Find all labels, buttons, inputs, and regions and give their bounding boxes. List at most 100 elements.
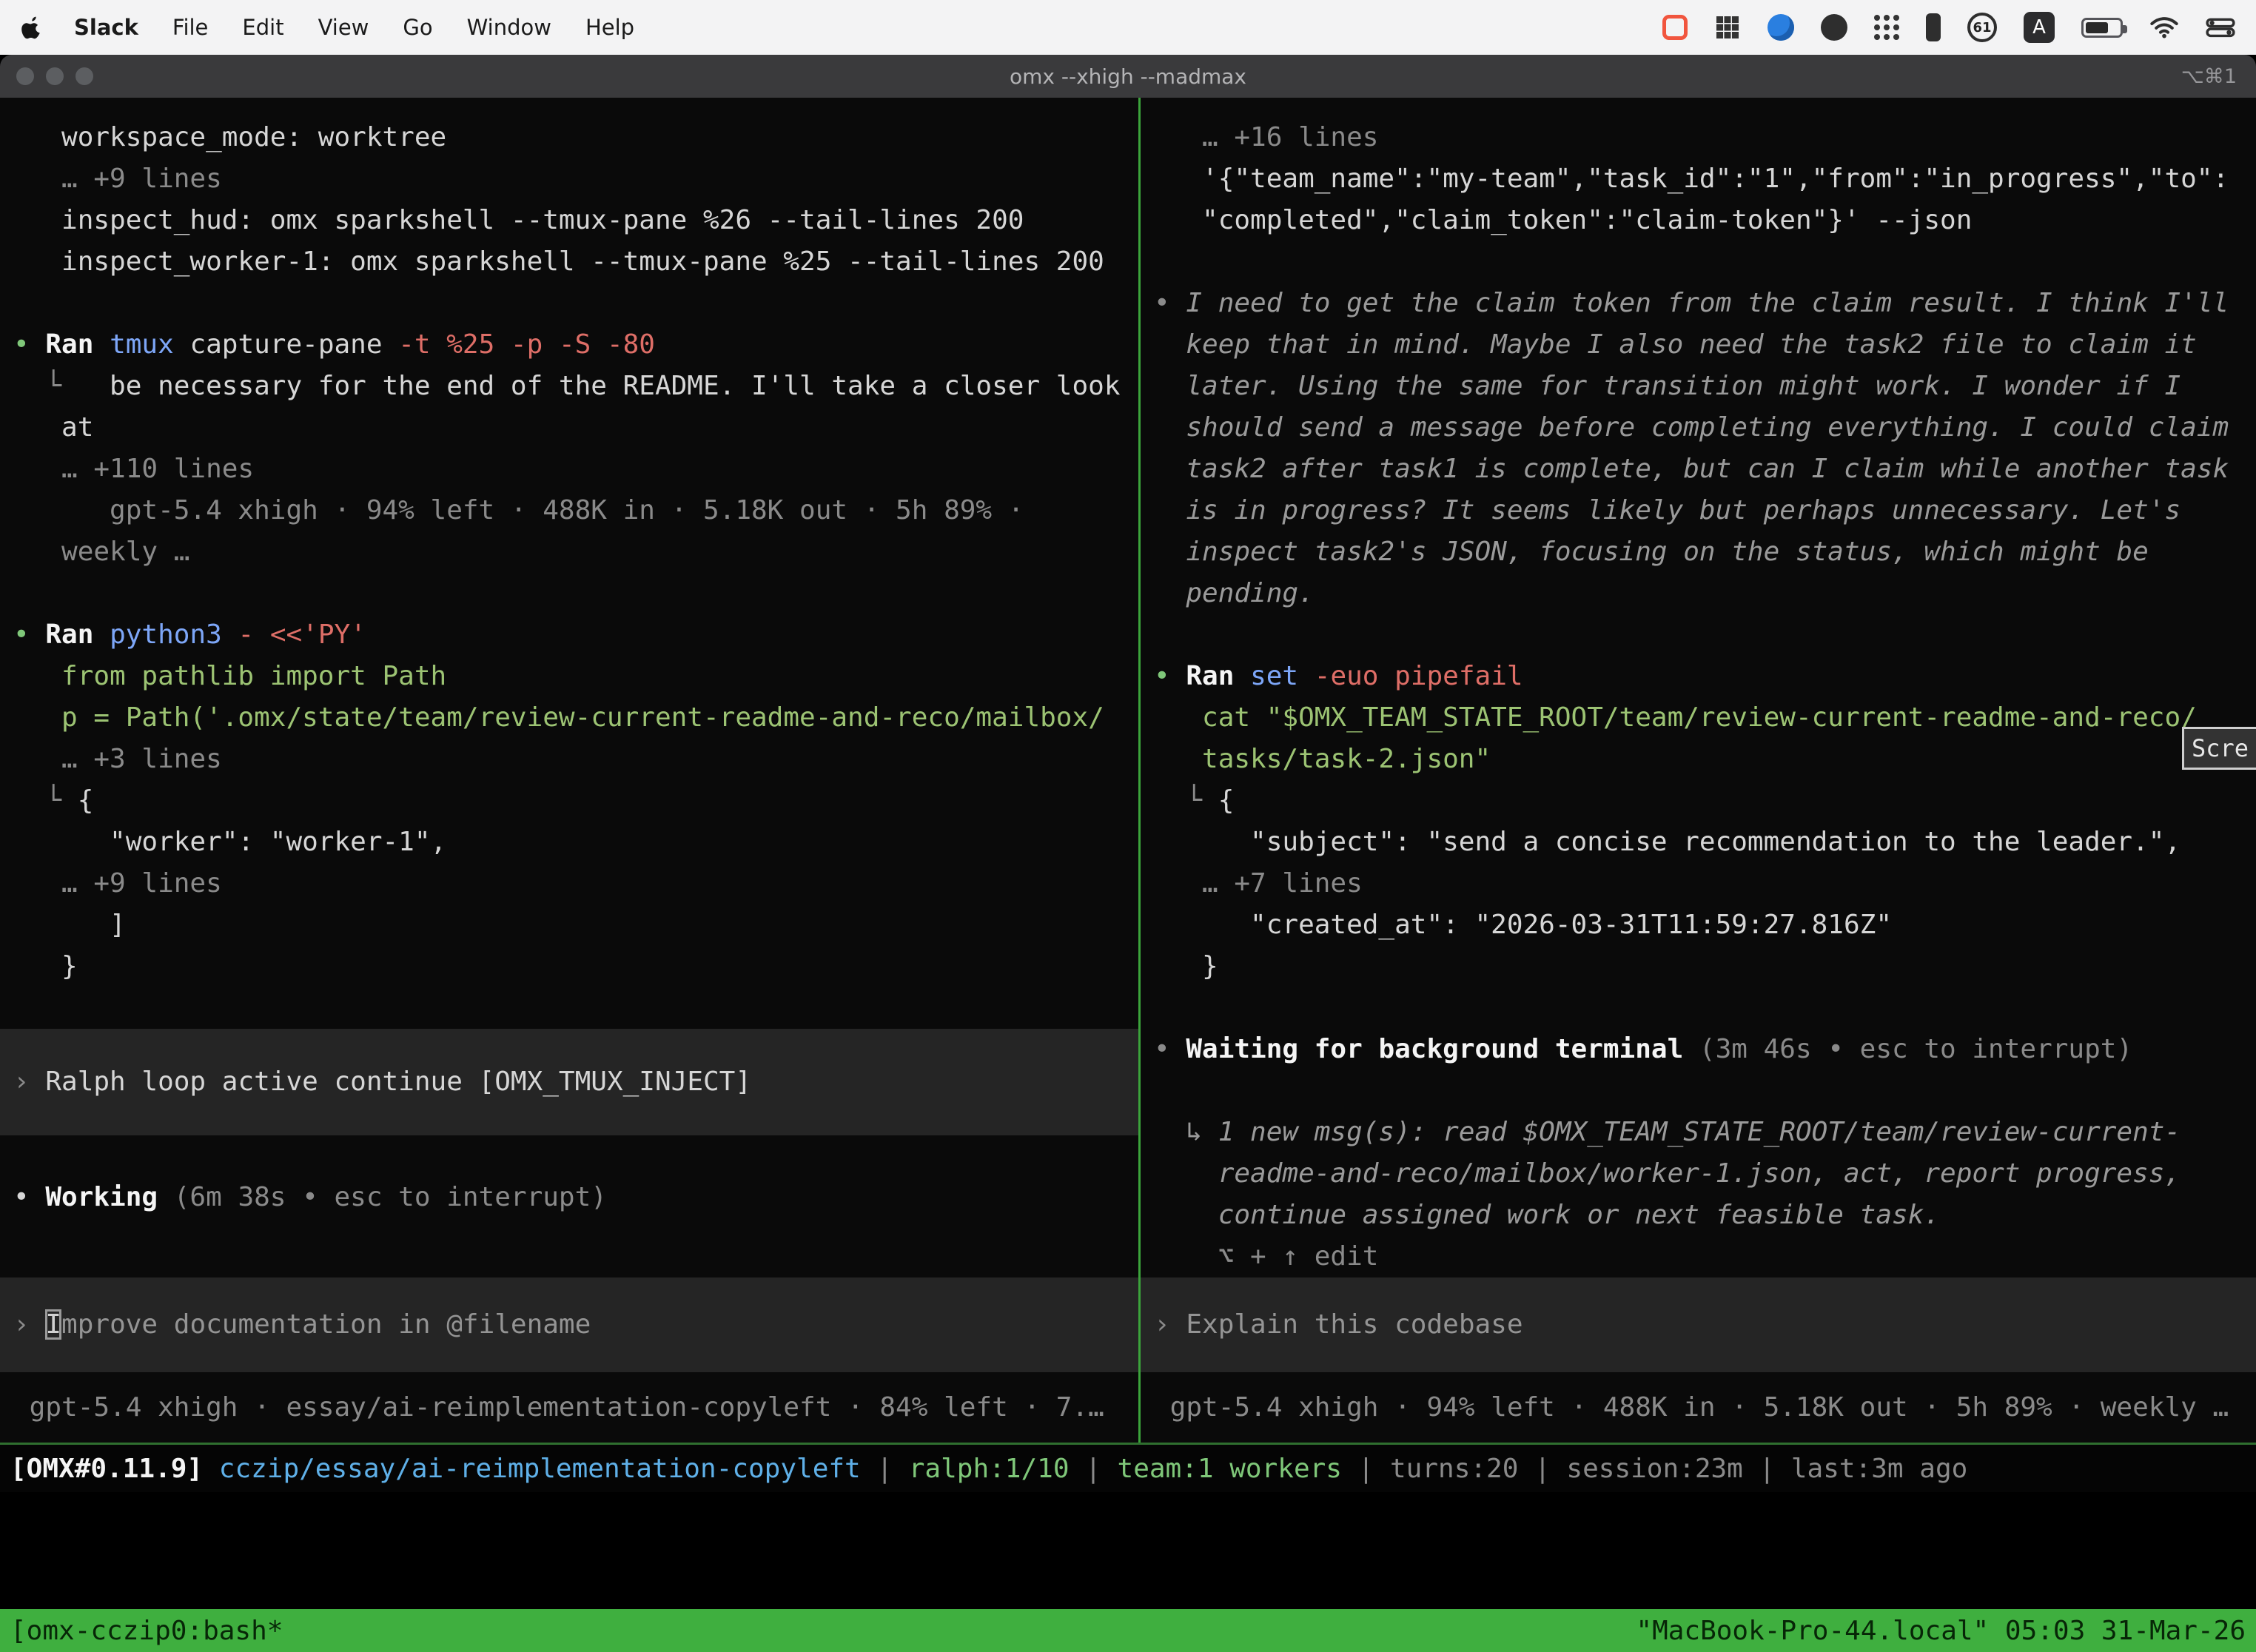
text-segment: { (78, 785, 94, 816)
text-segment: readme-and-reco/mailbox/worker-1.json, a… (1154, 1158, 2181, 1189)
text-segment: } (13, 951, 78, 981)
terminal-line: … +7 lines (1141, 863, 2256, 904)
terminal-line: inspect_hud: omx sparkshell --tmux-pane … (0, 200, 1138, 241)
battery-icon[interactable] (2081, 18, 2123, 38)
ran-tmux-capture-line: • Ran tmux capture-pane -t %25 -p -S -80 (0, 324, 1138, 366)
text-segment: weekly … (13, 537, 189, 567)
text-segment: should send a message before completing … (1154, 412, 2229, 443)
left-terminal-pane[interactable]: workspace_mode: worktree … +9 lines insp… (0, 98, 1138, 1443)
text-segment (1298, 661, 1315, 691)
launchpad-icon[interactable] (1874, 15, 1899, 40)
text-segment: inspect task2's JSON, focusing on the st… (1154, 537, 2149, 567)
terminal-line: is in progress? It seems likely but perh… (1141, 490, 2256, 531)
right-terminal-pane[interactable]: … +16 lines '{"team_name":"my-team","tas… (1141, 98, 2256, 1443)
text-segment: - <<'PY' (238, 620, 366, 650)
text-segment: Waiting for background terminal (1186, 1034, 1699, 1064)
terminal-line: p = Path('.omx/state/team/review-current… (0, 697, 1138, 739)
text-segment: [OMX#0.11.9] (10, 1454, 219, 1484)
terminal-line: gpt-5.4 xhigh · 94% left · 488K in · 5.1… (0, 490, 1138, 531)
terminal-empty-space (0, 1492, 2256, 1609)
terminal-line: └ { (1141, 780, 2256, 822)
terminal-line: pending. (1141, 573, 2256, 614)
browser-app-icon[interactable] (1767, 14, 1794, 41)
spacer (0, 1372, 1138, 1387)
control-center-icon[interactable] (2206, 17, 2235, 38)
text-segment: › (13, 1309, 45, 1340)
grid-app-icon[interactable] (1714, 14, 1741, 41)
ran-set-line: • Ran set -euo pipefail (1141, 656, 2256, 697)
percentage-badge-icon[interactable]: 61 (1967, 13, 1997, 42)
text-segment: ] (13, 910, 126, 940)
text-segment: capture-pane (174, 329, 398, 360)
terminal-line: "subject": "send a concise recommendatio… (1141, 822, 2256, 863)
ralph-loop-banner[interactable]: › Ralph loop active continue [OMX_TMUX_I… (0, 1029, 1138, 1135)
tmux-status-bar[interactable]: [omx-cczip0:bash* "MacBook-Pro-44.local"… (0, 1609, 2256, 1652)
terminal-line: cat "$OMX_TEAM_STATE_ROOT/team/review-cu… (1141, 697, 2256, 739)
text-segment: • (1154, 288, 1186, 318)
text-segment: … +110 lines (13, 454, 254, 484)
menu-extra-icon[interactable] (1926, 13, 1941, 41)
menu-item-file[interactable]: File (172, 15, 209, 40)
terminal-line: … +9 lines (0, 158, 1138, 200)
apple-logo-icon (21, 15, 43, 40)
text-segment: Ralph loop active continue [OMX_TMUX_INJ… (45, 1067, 751, 1097)
input-source-icon[interactable]: A (2024, 12, 2055, 43)
window-title-bar: omx --xhigh --madmax ⌥⌘1 (0, 55, 2256, 98)
badge-value: 61 (1973, 20, 1991, 36)
screen-recording-indicator-icon[interactable] (1662, 15, 1688, 40)
text-segment: } (1154, 951, 1218, 981)
text-segment: at (13, 412, 93, 443)
text-segment: • (13, 329, 45, 360)
menu-item-view[interactable]: View (318, 15, 369, 40)
text-segment: … +16 lines (1154, 122, 1378, 152)
terminal-line: inspect task2's JSON, focusing on the st… (1141, 531, 2256, 573)
terminal-blank-line (1141, 241, 2256, 283)
menu-item-edit[interactable]: Edit (242, 15, 283, 40)
pane-footer-status: gpt-5.4 xhigh · 94% left · 488K in · 5.1… (1141, 1387, 2256, 1428)
terminal-line: keep that in mind. Maybe I also need the… (1141, 324, 2256, 366)
menu-item-slack[interactable]: Slack (74, 15, 138, 40)
apple-menu-icon[interactable] (21, 15, 43, 40)
wifi-icon[interactable] (2149, 16, 2179, 38)
text-segment: Ran (1186, 661, 1250, 691)
text-segment: └ (1154, 785, 1218, 816)
menu-item-window[interactable]: Window (467, 15, 551, 40)
tmux-host-clock-label: "MacBook-Pro-44.local" 05:03 31-Mar-26 (1636, 1616, 2246, 1646)
text-segment: | (1743, 1454, 1791, 1484)
circle-app-icon[interactable] (1821, 14, 1847, 41)
text-segment: later. Using the same for transition mig… (1154, 371, 2181, 401)
terminal-line: weekly … (0, 531, 1138, 573)
terminal-line: … +16 lines (1141, 117, 2256, 158)
text-segment: tmux (110, 329, 174, 360)
text-segment (222, 620, 238, 650)
window-title: omx --xhigh --madmax (0, 64, 2256, 89)
text-segment: | (861, 1454, 909, 1484)
composer-input[interactable]: › Improve documentation in @filename (0, 1277, 1138, 1372)
text-segment: python3 (110, 620, 222, 650)
text-segment: "completed","claim_token":"claim-token"}… (1154, 205, 1972, 235)
menu-item-go[interactable]: Go (403, 15, 432, 40)
text-segment: from pathlib import Path (13, 661, 446, 691)
input-source-label: A (2032, 16, 2046, 38)
text-segment: › (1154, 1309, 1186, 1340)
terminal-line: └ { (0, 780, 1138, 822)
composer-input[interactable]: › Explain this codebase (1141, 1277, 2256, 1372)
terminal-line: at (0, 407, 1138, 449)
text-segment: ↳ 1 new msg(s): read $OMX_TEAM_STATE_ROO… (1154, 1117, 2181, 1147)
terminal-line: └ be necessary for the end of the README… (0, 366, 1138, 407)
text-segment: Ran (45, 620, 110, 650)
text-segment: mprove documentation in @filename (61, 1309, 591, 1340)
text-segment: team:1 workers (1118, 1454, 1342, 1484)
terminal-line: should send a message before completing … (1141, 407, 2256, 449)
menu-item-help[interactable]: Help (585, 15, 634, 40)
terminal-line: … +9 lines (0, 863, 1138, 904)
text-segment: task2 after task1 is complete, but can I… (1154, 454, 2229, 484)
text-segment: • (13, 1182, 45, 1212)
text-segment: "subject": "send a concise recommendatio… (1154, 827, 2181, 857)
screenshot-notification-overlay[interactable]: Scre (2182, 727, 2256, 770)
terminal-line: continue assigned work or next feasible … (1141, 1195, 2256, 1236)
text-segment: • (13, 620, 45, 650)
terminal-blank-line (0, 1135, 1138, 1177)
text-segment: -euo pipefail (1315, 661, 1523, 691)
terminal-line: from pathlib import Path (0, 656, 1138, 697)
